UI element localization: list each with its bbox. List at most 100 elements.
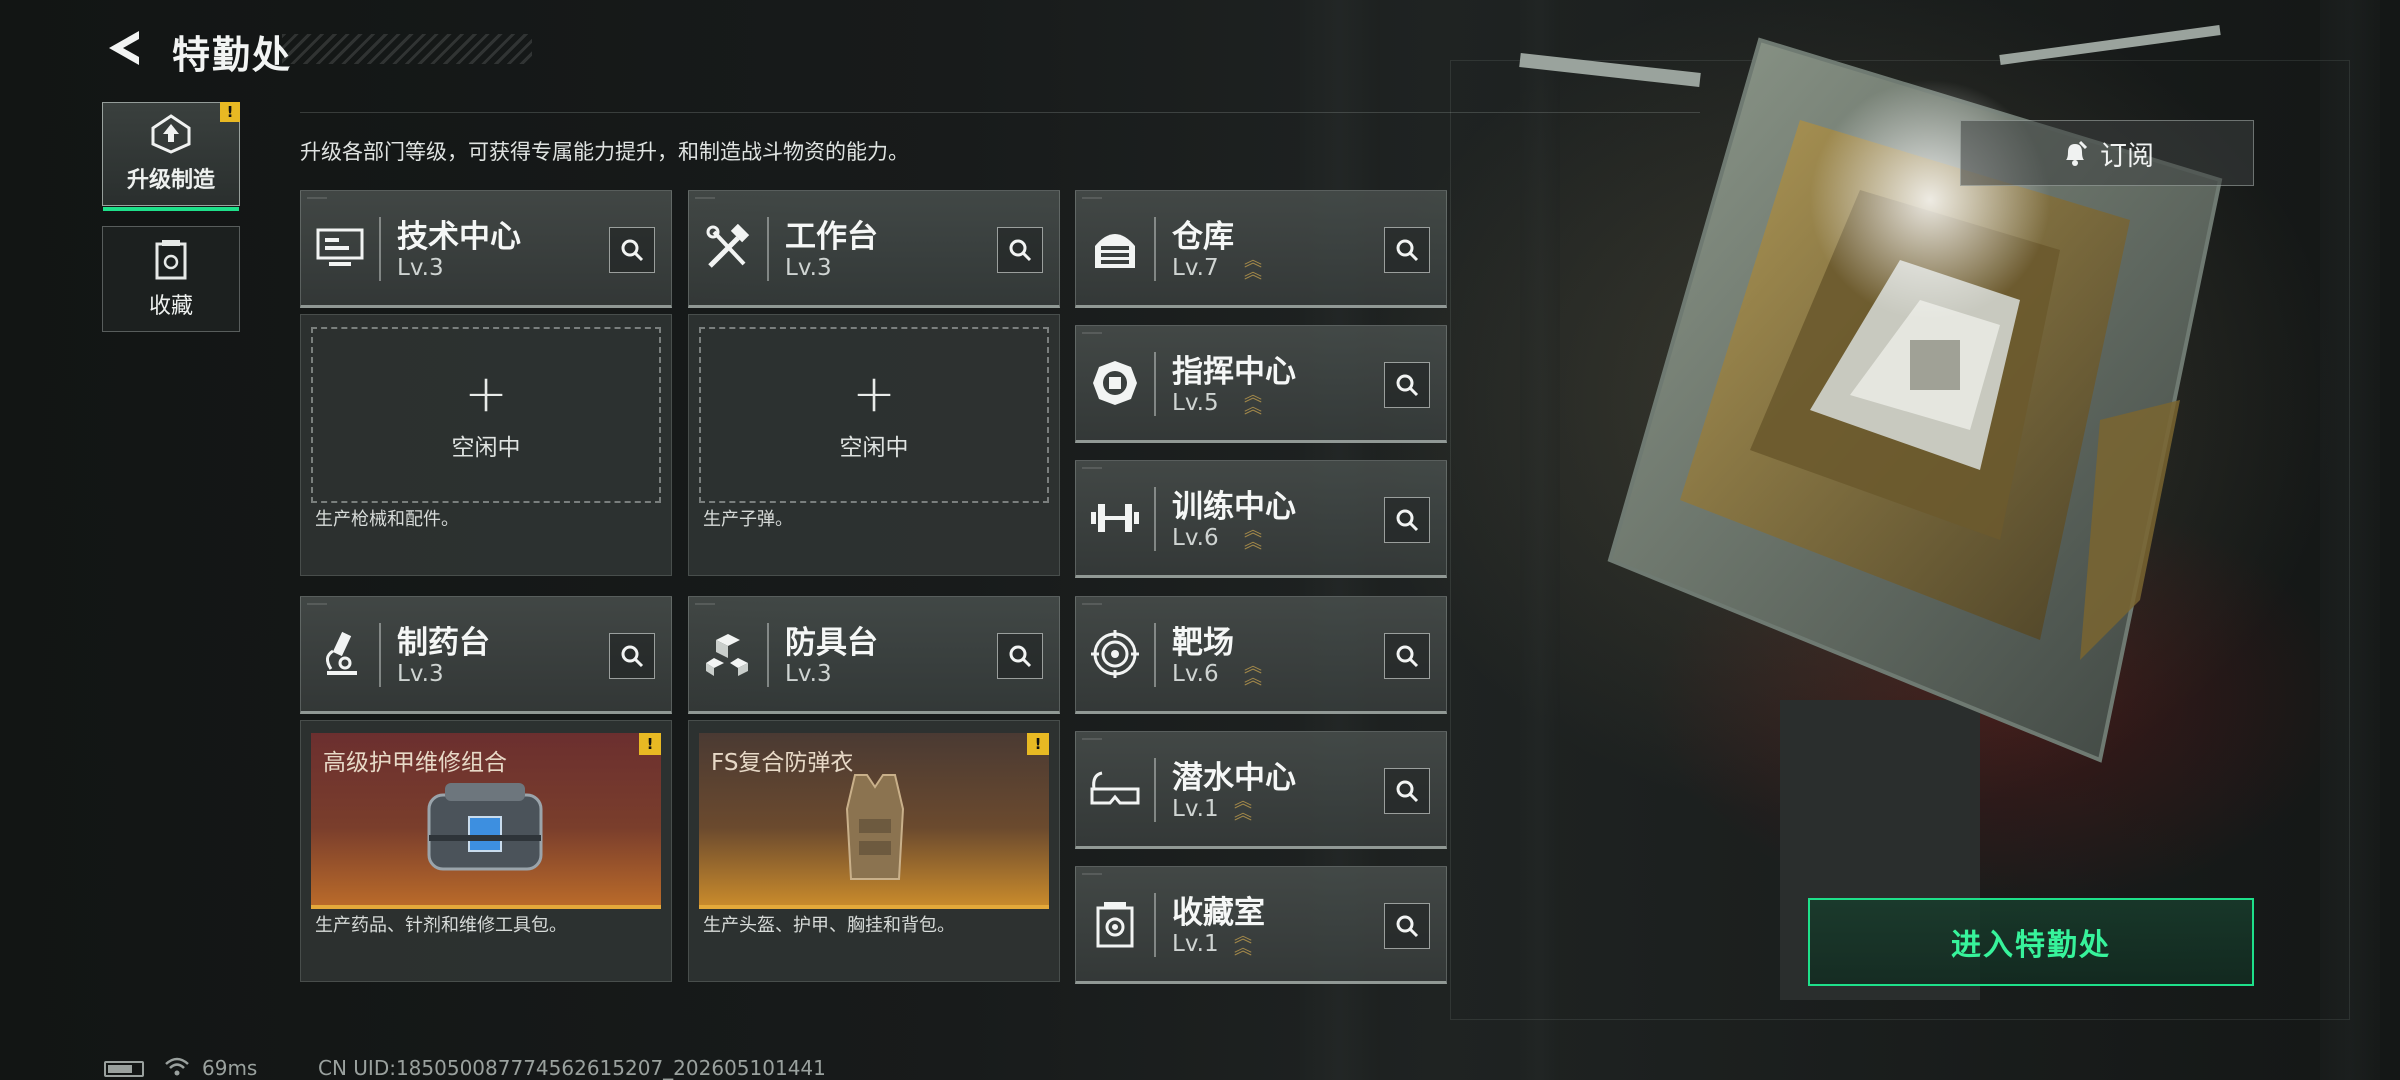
warning-badge: ! xyxy=(220,102,240,122)
dept-level: Lv.6 xyxy=(1172,661,1219,687)
production-slot-pharmacy: 高级护甲维修组合 ! 生产药品、针剂和维修工具包。 xyxy=(300,720,672,982)
dept-card-tech-center[interactable]: 技术中心 Lv.3 xyxy=(300,190,672,308)
item-name: 高级护甲维修组合 xyxy=(323,750,507,776)
collection-icon xyxy=(155,240,187,280)
card-corner-decoration xyxy=(695,197,715,199)
dept-card-command-center[interactable]: 指挥中心 Lv.5 ︽ ︽ xyxy=(1075,325,1447,443)
card-corner-decoration xyxy=(1082,197,1102,199)
dept-name: 仓库 xyxy=(1172,219,1234,255)
production-slot-armor-bench: FS复合防弹衣 ! 生产头盔、护甲、胸挂和背包。 xyxy=(688,720,1060,982)
page-description: 升级各部门等级，可获得专属能力提升，和制造战斗物资的能力。 xyxy=(300,140,909,164)
inspect-button[interactable] xyxy=(1384,903,1430,949)
microscope-icon xyxy=(313,627,367,681)
chip-icon xyxy=(1088,356,1142,410)
idle-slot-button[interactable]: + 空闲中 xyxy=(311,327,661,503)
search-icon xyxy=(621,645,644,668)
inspect-button[interactable] xyxy=(1384,227,1430,273)
subscribe-button[interactable]: 订阅 xyxy=(1960,120,2254,186)
upgrade-icon xyxy=(151,114,191,154)
dept-name: 指挥中心 xyxy=(1172,354,1296,390)
card-separator xyxy=(379,623,381,687)
dept-name: 制药台 xyxy=(397,625,490,661)
producing-item-button[interactable]: 高级护甲维修组合 ! xyxy=(311,733,661,909)
goggles-icon xyxy=(1088,762,1142,816)
card-separator xyxy=(1154,217,1156,281)
ping-display: 69ms xyxy=(202,1056,258,1080)
search-icon xyxy=(1396,509,1419,532)
inspect-button[interactable] xyxy=(609,633,655,679)
dept-card-training-center[interactable]: 训练中心 Lv.6 ︽ ︽ xyxy=(1075,460,1447,578)
warehouse-icon xyxy=(1088,221,1142,275)
inspect-button[interactable] xyxy=(1384,362,1430,408)
max-level-chevron-icon: ︽ ︽ xyxy=(1244,656,1262,689)
cubes-icon xyxy=(701,627,755,681)
user-uid: CN UID:185050087774562615207_20260510144… xyxy=(318,1056,826,1080)
max-level-chevron-icon: ︽ ︽ xyxy=(1234,926,1252,959)
title-decoration xyxy=(282,34,532,64)
card-separator xyxy=(379,217,381,281)
slot-description: 生产枪械和配件。 xyxy=(315,509,459,530)
dept-card-diving-center[interactable]: 潜水中心 Lv.1 ︽ ︽ xyxy=(1075,731,1447,849)
bell-icon xyxy=(2066,140,2088,166)
card-corner-decoration xyxy=(1082,738,1102,740)
active-indicator xyxy=(103,207,239,211)
slot-status: 空闲中 xyxy=(451,435,521,461)
tools-icon xyxy=(701,221,755,275)
inspect-button[interactable] xyxy=(1384,633,1430,679)
warning-badge: ! xyxy=(1027,733,1049,755)
search-icon xyxy=(1396,645,1419,668)
dept-level: Lv.3 xyxy=(785,661,832,687)
back-arrow-icon xyxy=(109,31,139,65)
dept-card-shooting-range[interactable]: 靶场 Lv.6 ︽ ︽ xyxy=(1075,596,1447,714)
body-armor-image xyxy=(845,774,905,880)
inspect-button[interactable] xyxy=(1384,768,1430,814)
card-separator xyxy=(767,217,769,281)
search-icon xyxy=(1009,645,1032,668)
dept-level: Lv.1 xyxy=(1172,931,1219,957)
sidebar-item-upgrade[interactable]: 升级制造 ! xyxy=(102,102,240,211)
max-level-chevron-icon: ︽ ︽ xyxy=(1244,520,1262,553)
dept-level: Lv.5 xyxy=(1172,390,1219,416)
dept-name: 训练中心 xyxy=(1172,489,1296,525)
dept-name: 防具台 xyxy=(785,625,878,661)
inspect-button[interactable] xyxy=(997,633,1043,679)
dept-card-workbench[interactable]: 工作台 Lv.3 xyxy=(688,190,1060,308)
card-corner-decoration xyxy=(1082,467,1102,469)
item-name: FS复合防弹衣 xyxy=(711,750,854,776)
card-separator xyxy=(1154,623,1156,687)
dept-level: Lv.6 xyxy=(1172,525,1219,551)
dept-name: 技术中心 xyxy=(397,219,521,255)
dept-name: 工作台 xyxy=(785,219,878,255)
sidebar-item-collection[interactable]: 收藏 xyxy=(102,226,240,332)
card-corner-decoration xyxy=(1082,332,1102,334)
dept-card-armor-bench[interactable]: 防具台 Lv.3 xyxy=(688,596,1060,714)
card-separator xyxy=(767,623,769,687)
vault-icon xyxy=(1088,897,1142,951)
card-separator xyxy=(1154,352,1156,416)
sidebar-item-label: 升级制造 xyxy=(126,168,215,193)
card-corner-decoration xyxy=(695,603,715,605)
max-level-chevron-icon: ︽ ︽ xyxy=(1244,385,1262,418)
dept-card-collection-room[interactable]: 收藏室 Lv.1 ︽ ︽ xyxy=(1075,866,1447,984)
card-corner-decoration xyxy=(307,603,327,605)
plus-icon: + xyxy=(852,364,896,424)
producing-item-button[interactable]: FS复合防弹衣 ! xyxy=(699,733,1049,909)
dept-card-pharmacy[interactable]: 制药台 Lv.3 xyxy=(300,596,672,714)
inspect-button[interactable] xyxy=(609,227,655,273)
card-corner-decoration xyxy=(1082,873,1102,875)
dept-card-warehouse[interactable]: 仓库 Lv.7 ︽ ︽ xyxy=(1075,190,1447,308)
search-icon xyxy=(1009,239,1032,262)
search-icon xyxy=(621,239,644,262)
warning-badge: ! xyxy=(639,733,661,755)
back-button[interactable] xyxy=(100,24,148,72)
slot-status: 空闲中 xyxy=(839,435,909,461)
search-icon xyxy=(1396,780,1419,803)
search-icon xyxy=(1396,374,1419,397)
inspect-button[interactable] xyxy=(997,227,1043,273)
slot-description: 生产药品、针剂和维修工具包。 xyxy=(315,915,567,936)
inspect-button[interactable] xyxy=(1384,497,1430,543)
idle-slot-button[interactable]: + 空闲中 xyxy=(699,327,1049,503)
search-icon xyxy=(1396,239,1419,262)
enter-special-ops-button[interactable]: 进入特勤处 xyxy=(1808,898,2254,986)
max-level-chevron-icon: ︽ ︽ xyxy=(1244,250,1262,283)
